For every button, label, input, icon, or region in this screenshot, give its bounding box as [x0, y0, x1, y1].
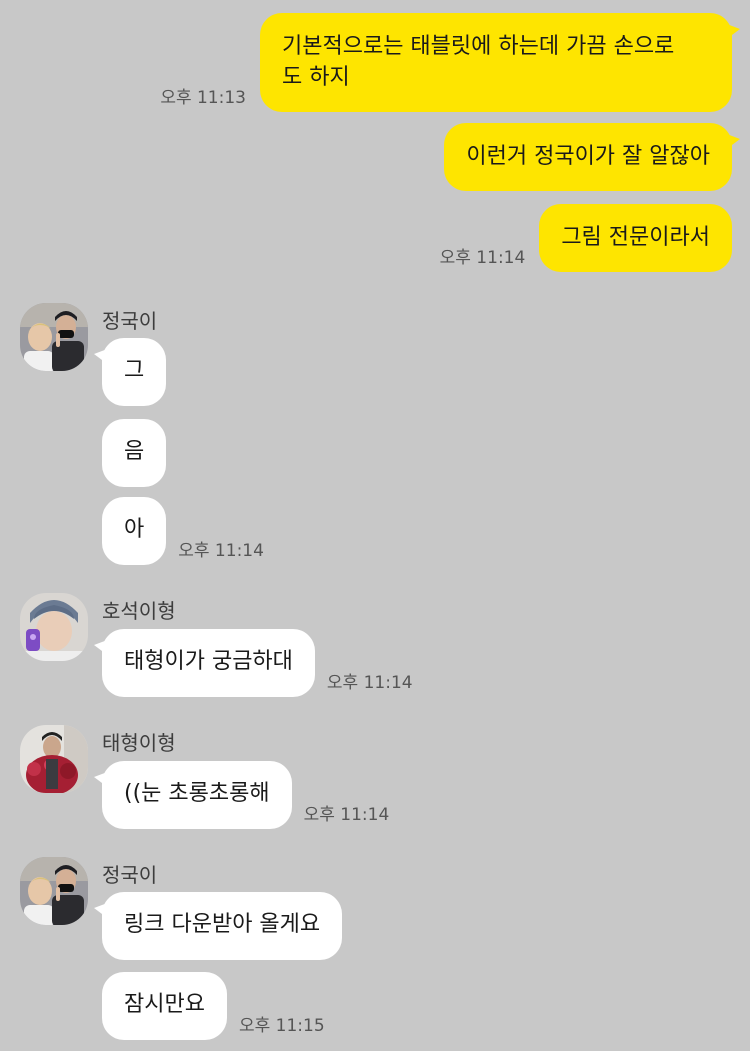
outgoing-message-row: 오후 11:13 기본적으로는 태블릿에 하는데 가끔 손으로 도 하지 [160, 13, 740, 112]
profile-photo-two-people-icon[interactable] [20, 303, 88, 371]
message-time: 오후 11:15 [238, 1016, 325, 1036]
sender-name: 태형이형 [102, 731, 176, 755]
sender-name: 호석이형 [102, 599, 176, 623]
message-text: 도 하지 [282, 65, 350, 90]
profile-photo-person-with-flowers-icon[interactable] [20, 725, 88, 793]
outgoing-message-row: 오후 11:14 그림 전문이라서 [440, 204, 732, 272]
profile-photo-person-with-phone-icon[interactable] [20, 593, 88, 661]
incoming-message-bubble[interactable]: ((눈 초롱초롱해 [94, 761, 292, 829]
incoming-message-row: ((눈 초롱초롱해 오후 11:14 [94, 761, 390, 829]
message-time: 오후 11:14 [178, 541, 264, 561]
profile-photo-two-people-icon[interactable] [20, 857, 88, 925]
outgoing-message-bubble[interactable]: 이런거 정국이가 잘 알잖아 [444, 123, 740, 191]
message-text: ((눈 초롱초롱해 [124, 781, 270, 806]
incoming-message-bubble[interactable]: 태형이가 궁금하대 [94, 629, 315, 697]
message-text: 음 [124, 439, 145, 464]
incoming-message-bubble[interactable]: 잠시만요 [102, 972, 227, 1040]
message-text: 그림 전문이라서 [561, 225, 710, 250]
message-text: 그 [124, 358, 145, 383]
incoming-message-row: 아 오후 11:14 [102, 497, 264, 565]
message-text: 기본적으로는 태블릿에 하는데 가끔 손으로 [282, 34, 675, 59]
outgoing-message-bubble[interactable]: 기본적으로는 태블릿에 하는데 가끔 손으로 도 하지 [260, 13, 740, 112]
incoming-message-row: 잠시만요 오후 11:15 [102, 972, 325, 1040]
incoming-message-bubble[interactable]: 그 [93, 338, 167, 406]
incoming-message-bubble[interactable]: 링크 다운받아 올게요 [93, 892, 343, 960]
incoming-message-row: 음 [102, 419, 167, 487]
incoming-message-row: 링크 다운받아 올게요 [93, 892, 343, 960]
outgoing-message-bubble[interactable]: 그림 전문이라서 [539, 204, 732, 272]
incoming-message-bubble[interactable]: 아 [102, 497, 167, 565]
message-time: 오후 11:13 [160, 88, 246, 108]
sender-name: 정국이 [102, 309, 158, 333]
outgoing-message-row: 이런거 정국이가 잘 알잖아 [444, 123, 740, 191]
message-text: 태형이가 궁금하대 [124, 649, 293, 674]
incoming-message-row: 그 [93, 338, 167, 406]
message-time: 오후 11:14 [326, 673, 413, 693]
message-text: 잠시만요 [124, 992, 205, 1017]
incoming-message-row: 태형이가 궁금하대 오후 11:14 [94, 629, 413, 697]
message-time: 오후 11:14 [303, 805, 390, 825]
sender-name: 정국이 [102, 863, 158, 887]
incoming-message-bubble[interactable]: 음 [102, 419, 167, 487]
message-time: 오후 11:14 [439, 248, 526, 268]
chat-window: 오후 11:13 기본적으로는 태블릿에 하는데 가끔 손으로 도 하지 이런거… [0, 0, 750, 1051]
message-text: 아 [124, 517, 145, 542]
message-text: 이런거 정국이가 잘 알잖아 [466, 144, 710, 169]
message-text: 링크 다운받아 올게요 [124, 912, 321, 937]
